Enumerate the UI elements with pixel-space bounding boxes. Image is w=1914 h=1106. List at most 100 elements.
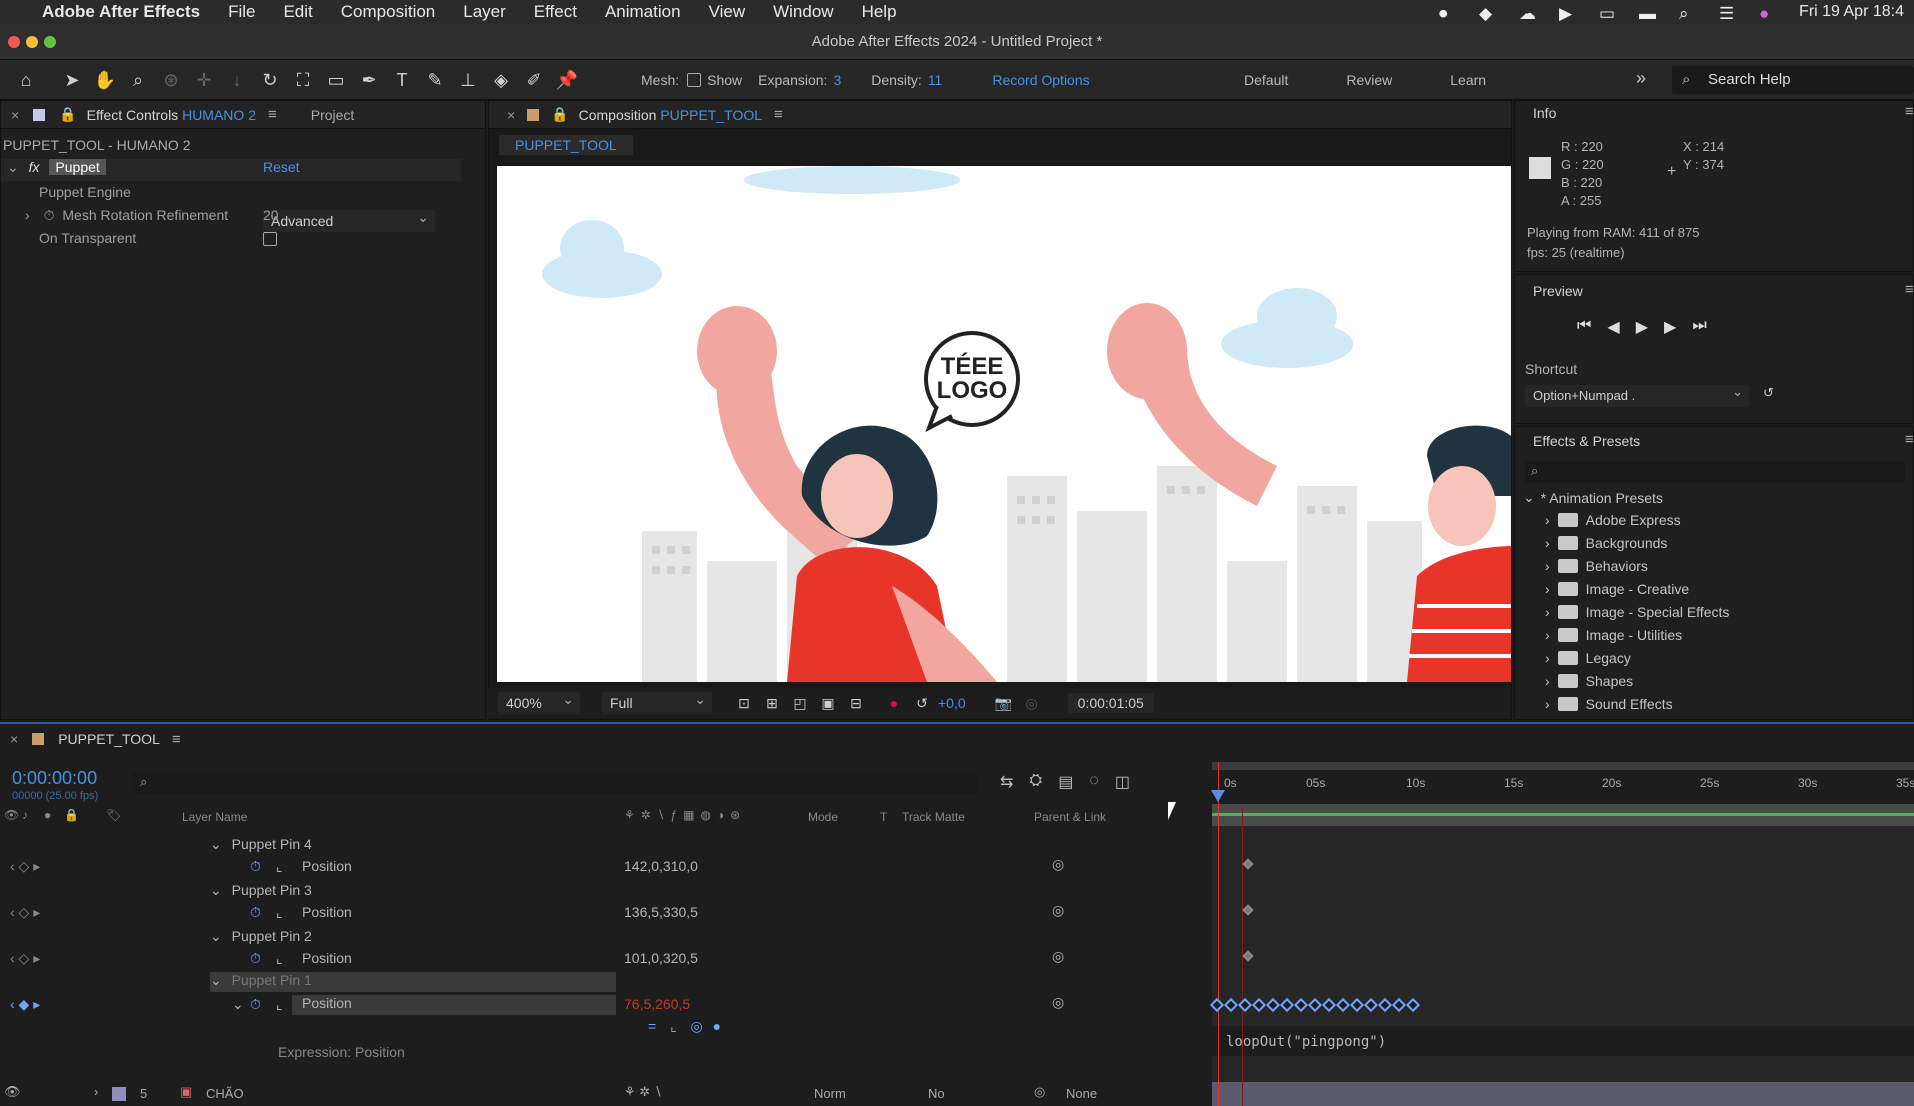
puppet-engine-dropdown[interactable]: Advanced [263,206,435,232]
work-area-bar[interactable] [1212,804,1914,826]
play-status-icon[interactable]: ▶ [1559,4,1579,23]
selection-tool-icon[interactable]: ➤ [60,68,84,92]
reset-shortcut-icon[interactable]: ↺ [1763,385,1774,401]
effect-controls-tab[interactable]: Effect Controls HUMANO 2 [87,107,256,123]
motion-blur-icon[interactable]: ◌ [1089,772,1099,792]
col-mode[interactable]: Mode [808,810,838,824]
keyframe[interactable] [1237,997,1253,1013]
mesh-show-checkbox[interactable] [687,72,702,87]
eye-column-icon[interactable]: 👁 [4,808,19,822]
brush-tool-icon[interactable]: ✎ [423,68,447,92]
puppet-pin-1-row[interactable]: ⌄ Puppet Pin 1 [210,972,616,992]
expand-property-icon[interactable]: › [25,207,30,223]
viewer-timecode[interactable]: 0:00:01:05 [1067,693,1154,713]
playhead-handle[interactable] [1211,790,1225,802]
magnification-dropdown[interactable]: 400% [498,688,580,714]
app-name-menu[interactable]: Adobe After Effects [28,2,214,22]
layer-5-bar[interactable] [1212,1082,1914,1106]
keyframe[interactable] [1391,997,1407,1013]
folder-image-utilities[interactable]: › Image - Utilities [1545,627,1682,643]
keyframe-nav-icons[interactable]: ‹ ◇ ▸ [10,858,40,874]
zoom-window-icon[interactable] [44,36,56,48]
lock-icon[interactable]: 🔒 [551,106,568,123]
eye-icon[interactable]: 👁 [4,1084,21,1100]
pin-3-position-value[interactable]: 136,5,330,5 [624,904,698,920]
menu-animation[interactable]: Animation [591,2,695,22]
label-swatch[interactable] [112,1087,126,1101]
expression-language-menu-icon[interactable]: ● [713,1018,721,1034]
orbit-camera-icon[interactable]: ⊛ [159,68,183,92]
eraser-tool-icon[interactable]: ◈ [489,68,513,92]
stopwatch-icon[interactable]: ⏱ [250,904,261,921]
composition-tab[interactable]: Composition PUPPET_TOOL [579,107,762,123]
mesh-rotation-value[interactable]: 20 [263,207,279,223]
folder-shapes[interactable]: › Shapes [1545,673,1633,689]
keyframe[interactable] [1335,997,1351,1013]
comp-subtab[interactable]: PUPPET_TOOL [499,135,633,155]
rotation-tool-icon[interactable]: ↻ [258,68,282,92]
puppet-pin-4-row[interactable]: ⌄ Puppet Pin 4 [210,836,312,853]
exposure-value[interactable]: +0,0 [938,695,966,711]
panel-menu-icon[interactable]: ≡ [1905,103,1914,120]
expression-enable-icon[interactable]: = [648,1018,656,1034]
lock-column-icon[interactable]: 🔒 [64,808,79,822]
stopwatch-icon[interactable]: ⏱ [250,950,261,967]
keyframe[interactable] [1265,997,1281,1013]
pickwhip-icon[interactable]: ◎ [1052,902,1064,919]
pan-camera-icon[interactable]: ✛ [192,68,216,92]
play-stop-icon[interactable]: ▶ [1636,317,1648,337]
folder-image-creative[interactable]: › Image - Creative [1545,581,1689,597]
minimize-window-icon[interactable] [26,36,38,48]
lock-icon[interactable]: 🔒 [59,106,76,123]
pickwhip-icon[interactable]: ◎ [1052,856,1064,873]
draft-3d-icon[interactable]: ⛭ [1029,772,1042,792]
col-t[interactable]: T [880,810,887,824]
graph-icon[interactable]: ⌞ [276,858,283,875]
layer-switches-icons[interactable]: ⚘ ✲ ∖ [624,1084,662,1100]
keyframe[interactable] [1377,997,1393,1013]
record-options-button[interactable]: Record Options [992,72,1089,88]
layer-search-field[interactable]: ⌕ [132,772,978,794]
workspace-learn[interactable]: Learn [1450,72,1486,88]
exposure-reset-icon[interactable]: ↺ [910,691,934,715]
puppet-pin-3-row[interactable]: ⌄ Puppet Pin 3 [210,882,312,899]
panel-menu-icon[interactable]: ≡ [172,731,181,748]
navigator-bar[interactable] [1212,762,1914,770]
time-ruler[interactable]: 0s 05s 10s 15s 20s 25s 30s 35s [1212,762,1914,802]
timeline-tab[interactable]: PUPPET_TOOL [58,731,160,747]
col-layer-name[interactable]: Layer Name [182,810,247,824]
pin-4-position-value[interactable]: 142,0,310,0 [624,858,698,874]
panel-menu-icon[interactable]: ≡ [774,106,783,123]
expand-effect-icon[interactable]: ⌄ [7,159,19,175]
menu-window[interactable]: Window [759,2,847,22]
expand-layer-icon[interactable]: › [94,1084,98,1099]
keyframe[interactable] [1279,997,1295,1013]
stopwatch-icon[interactable]: ⏱ [250,858,261,875]
animation-presets-root[interactable]: ⌄ * Animation Presets [1523,489,1663,506]
pen-tool-icon[interactable]: ✒ [357,68,381,92]
menu-edit[interactable]: Edit [269,2,326,22]
clone-stamp-tool-icon[interactable]: ⊥ [456,68,480,92]
menu-help[interactable]: Help [848,2,911,22]
fx-toggle[interactable]: fx [29,159,40,175]
folder-legacy[interactable]: › Legacy [1545,650,1631,666]
puppet-effect-row[interactable]: ⌄ fx Puppet Reset [1,159,461,181]
menu-composition[interactable]: Composition [327,2,450,22]
window-status-icon[interactable]: ▭ [1599,4,1619,23]
expression-code[interactable]: loopOut("pingpong") [1226,1034,1386,1050]
pin-2-position-row[interactable]: ‹ ◇ ▸ ⏱ ⌞ Position [10,950,610,967]
previous-frame-icon[interactable]: ◀ [1607,317,1619,337]
control-center-icon[interactable]: ☰ [1719,4,1739,23]
folder-adobe-express[interactable]: › Adobe Express [1545,512,1681,528]
keyframe-nav-icons[interactable]: ‹ ◇ ▸ [10,904,40,920]
work-area-line[interactable] [1212,813,1914,816]
pin-1-position-value[interactable]: 76,5,260,5 [624,996,690,1012]
parent-dropdown[interactable]: None [1066,1086,1097,1101]
graph-editor-icon[interactable]: ◫ [1115,772,1130,792]
graph-icon[interactable]: ⌞ [276,950,283,967]
next-frame-icon[interactable]: ▶ [1664,317,1676,337]
workspace-overflow-icon[interactable]: » [1636,68,1646,89]
pin-3-position-row[interactable]: ‹ ◇ ▸ ⏱ ⌞ Position [10,904,610,921]
battery-icon[interactable]: ▬ [1639,4,1659,23]
keyframe-nav-icons[interactable]: ‹ ◇ ▸ [10,950,40,966]
